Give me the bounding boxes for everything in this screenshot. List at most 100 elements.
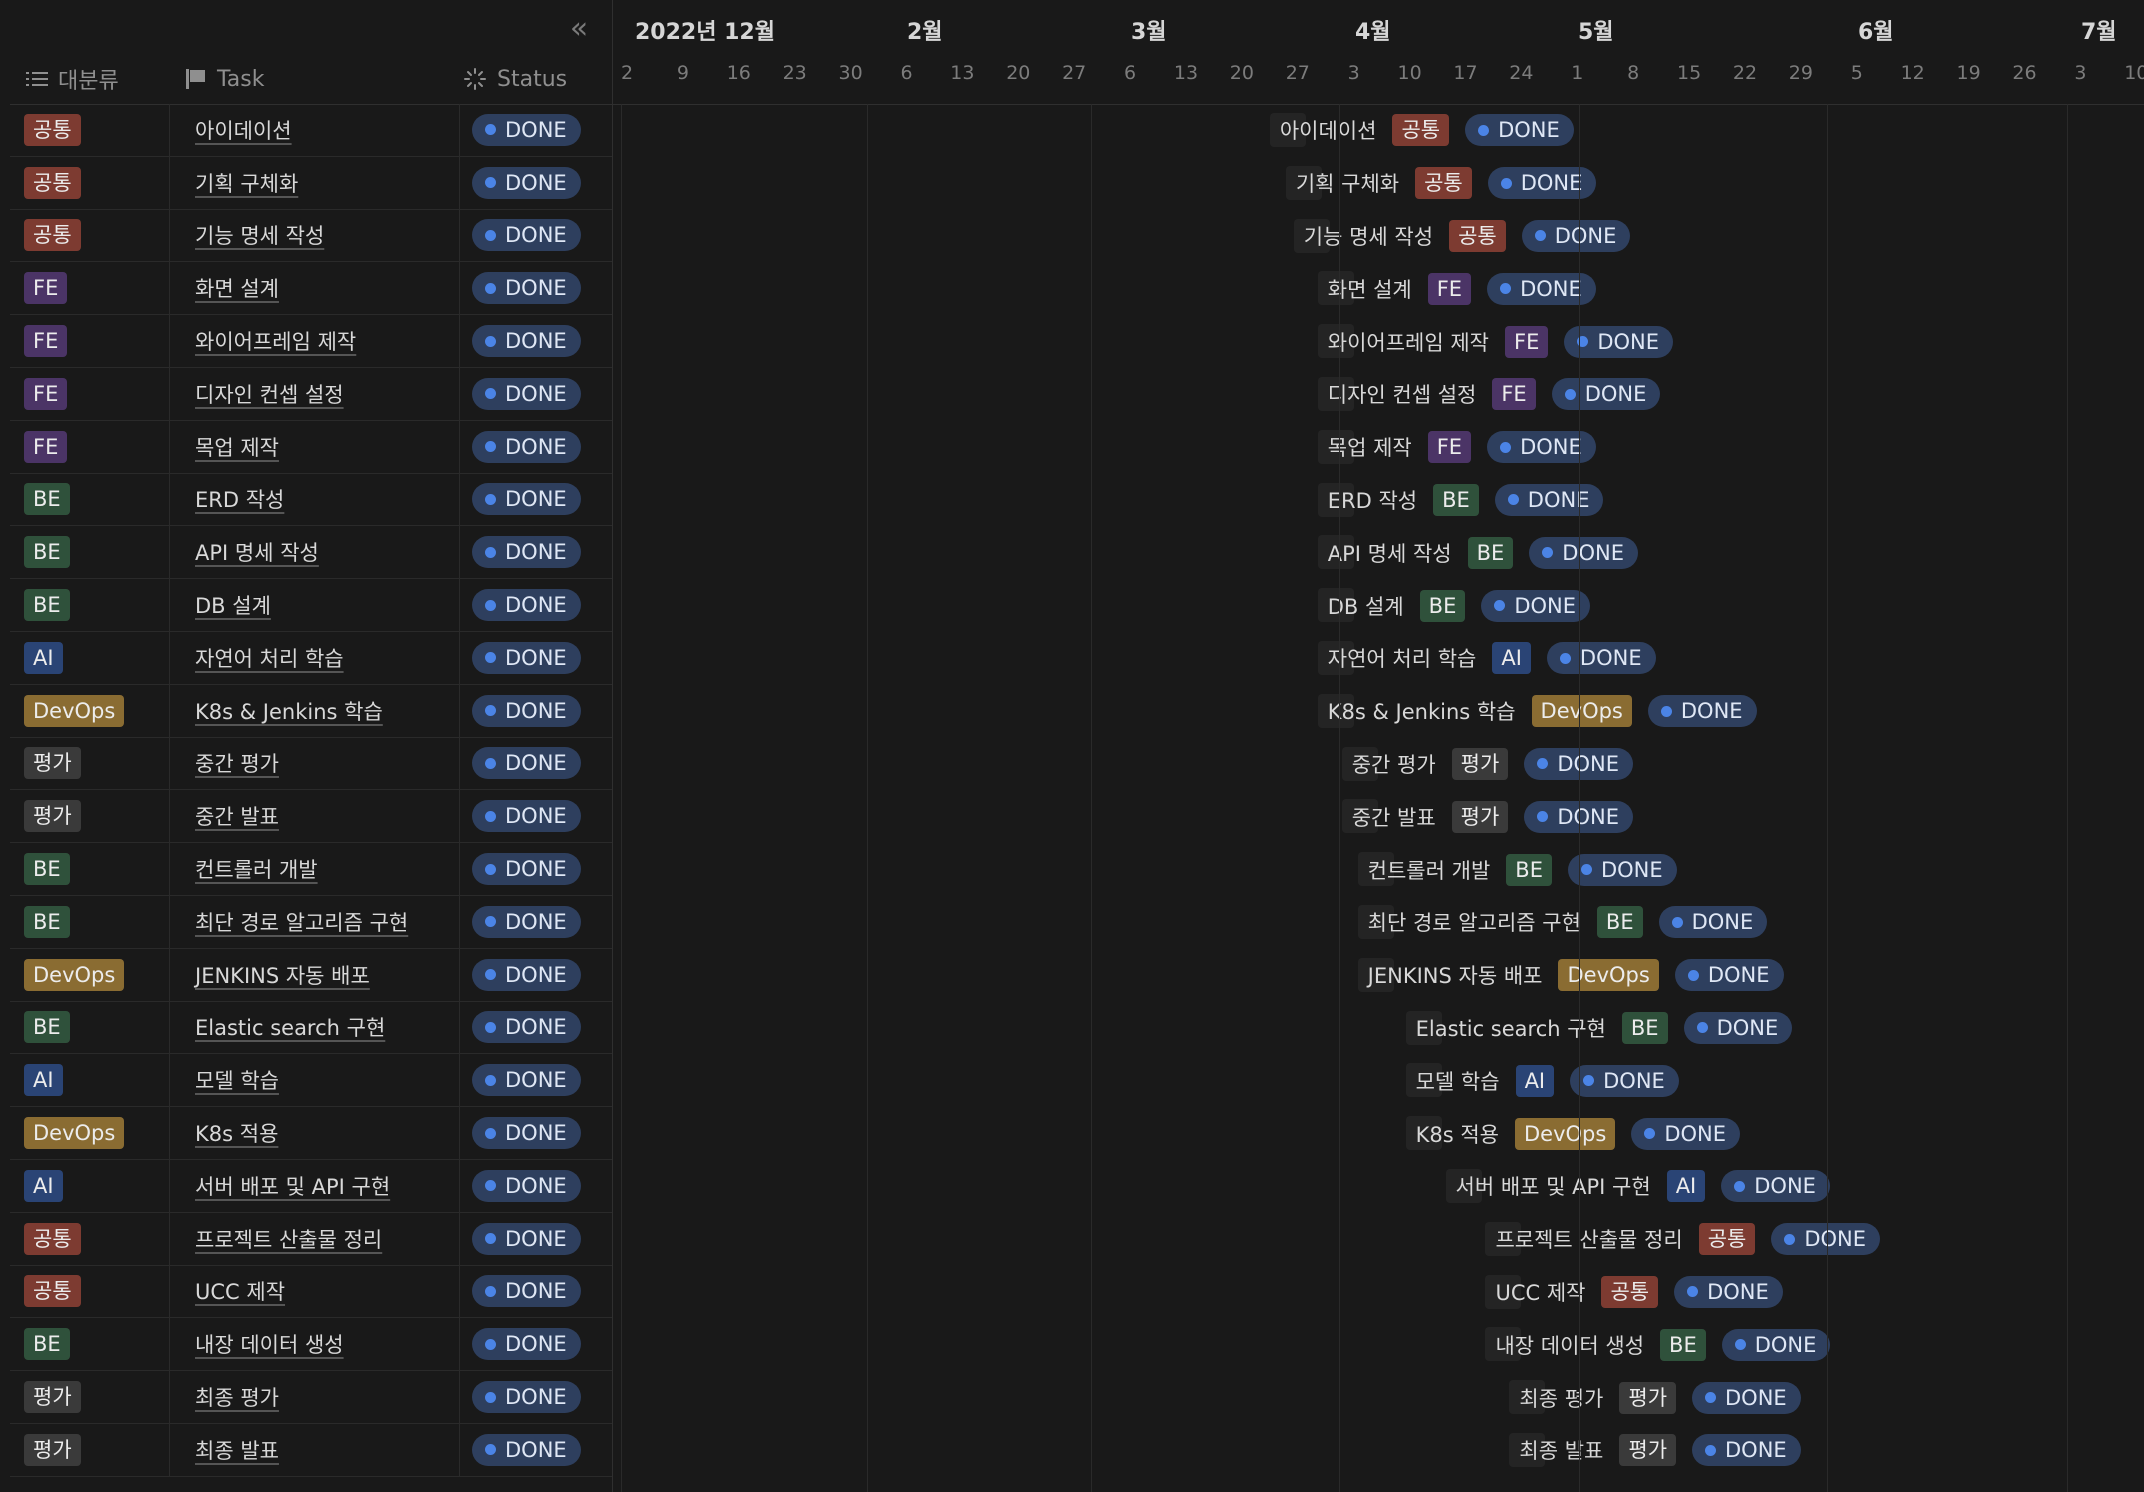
table-row[interactable]: AI 모델 학습 DONE [10,1054,612,1108]
task-cell[interactable]: 중간 평가 [170,737,460,790]
category-cell[interactable]: 공통 [10,1212,170,1265]
status-cell[interactable]: DONE [460,790,612,842]
table-row[interactable]: 평가 최종 발표 DONE [10,1423,612,1477]
column-header-task[interactable]: Task [185,54,264,104]
gantt-item[interactable]: Elastic search 구현 BE DONE [1416,1002,1793,1055]
task-cell[interactable]: 중간 발표 [170,790,460,843]
gantt-item[interactable]: 프로젝트 산출물 정리 공통 DONE [1495,1213,1881,1266]
table-row[interactable]: AI 서버 배포 및 API 구현 DONE [10,1159,612,1213]
category-cell[interactable]: 평가 [10,790,170,843]
task-title-link[interactable]: 기획 구체화 [195,168,298,198]
task-title-link[interactable]: ERD 작성 [195,484,284,514]
status-cell[interactable]: DONE [460,1160,612,1212]
status-cell[interactable]: DONE [460,1318,612,1370]
task-title-link[interactable]: 기능 명세 작성 [195,220,324,250]
task-title-link[interactable]: 자연어 처리 학습 [195,643,344,673]
table-row[interactable]: BE DB 설계 DONE [10,579,612,632]
task-cell[interactable]: ERD 작성 [170,473,460,526]
gantt-item[interactable]: JENKINS 자동 배포 DevOps DONE [1368,949,1784,1002]
status-cell[interactable]: DONE [460,104,612,156]
task-cell[interactable]: 화면 설계 [170,262,460,315]
collapse-table-button[interactable]: « [564,14,594,44]
gantt-item[interactable]: 서버 배포 및 API 구현 AI DONE [1456,1160,1830,1213]
table-row[interactable]: 공통 UCC 제작 DONE [10,1265,612,1319]
task-cell[interactable]: JENKINS 자동 배포 [170,948,460,1001]
table-row[interactable]: 공통 아이데이션 DONE [10,104,612,157]
task-title-link[interactable]: 서버 배포 및 API 구현 [195,1171,390,1201]
gantt-item[interactable]: UCC 제작 공통 DONE [1495,1266,1783,1319]
task-cell[interactable]: 기능 명세 작성 [170,209,460,262]
category-cell[interactable]: 평가 [10,1423,170,1476]
task-title-link[interactable]: 디자인 컨셉 설정 [195,379,344,409]
task-title-link[interactable]: K8s 적용 [195,1118,278,1148]
category-cell[interactable]: BE [10,1318,170,1371]
task-title-link[interactable]: 중간 발표 [195,801,279,831]
status-cell[interactable]: DONE [460,1213,612,1265]
category-cell[interactable]: BE [10,526,170,579]
category-cell[interactable]: BE [10,579,170,631]
table-row[interactable]: 공통 프로젝트 산출물 정리 DONE [10,1212,612,1266]
status-cell[interactable]: DONE [460,1002,612,1054]
status-cell[interactable]: DONE [460,315,612,367]
task-cell[interactable]: 컨트롤러 개발 [170,843,460,895]
gantt-item[interactable]: 최종 평가 평가 DONE [1519,1371,1801,1424]
status-cell[interactable]: DONE [460,368,612,420]
task-title-link[interactable]: 최종 평가 [195,1382,279,1412]
column-header-status[interactable]: Status [463,54,567,104]
status-cell[interactable]: DONE [460,685,612,737]
table-row[interactable]: 평가 최종 평가 DONE [10,1371,612,1424]
category-cell[interactable]: AI [10,1054,170,1107]
status-cell[interactable]: DONE [460,579,612,631]
gantt-item[interactable]: 컨트롤러 개발 BE DONE [1368,843,1677,896]
gantt-item[interactable]: 목업 제작 FE DONE [1328,421,1596,474]
category-cell[interactable]: FE [10,262,170,315]
gantt-item[interactable]: 디자인 컨셉 설정 FE DONE [1328,368,1661,421]
task-cell[interactable]: 기획 구체화 [170,156,460,209]
category-cell[interactable]: FE [10,420,170,473]
status-cell[interactable]: DONE [460,526,612,578]
gantt-item[interactable]: 최종 발표 평가 DONE [1519,1424,1801,1477]
category-cell[interactable]: BE [10,843,170,895]
gantt-item[interactable]: 중간 발표 평가 DONE [1352,790,1633,843]
table-row[interactable]: FE 디자인 컨셉 설정 DONE [10,367,612,421]
category-cell[interactable]: BE [10,1001,170,1054]
task-title-link[interactable]: K8s & Jenkins 학습 [195,696,383,726]
task-title-link[interactable]: 내장 데이터 생성 [195,1329,344,1359]
gantt-item[interactable]: DB 설계 BE DONE [1328,579,1591,632]
table-row[interactable]: BE 컨트롤러 개발 DONE [10,843,612,896]
gantt-item[interactable]: 모델 학습 AI DONE [1416,1054,1679,1107]
table-row[interactable]: DevOps K8s 적용 DONE [10,1107,612,1160]
table-row[interactable]: BE 최단 경로 알고리즘 구현 DONE [10,895,612,949]
status-cell[interactable]: DONE [460,1371,612,1423]
task-title-link[interactable]: API 명세 작성 [195,537,319,567]
task-cell[interactable]: 최종 발표 [170,1423,460,1476]
status-cell[interactable]: DONE [460,1266,612,1318]
status-cell[interactable]: DONE [460,474,612,526]
table-row[interactable]: BE API 명세 작성 DONE [10,526,612,580]
table-row[interactable]: BE Elastic search 구현 DONE [10,1001,612,1055]
task-title-link[interactable]: 모델 학습 [195,1065,279,1095]
task-title-link[interactable]: Elastic search 구현 [195,1012,385,1042]
table-row[interactable]: 공통 기능 명세 작성 DONE [10,209,612,263]
task-cell[interactable]: 내장 데이터 생성 [170,1318,460,1371]
gantt-item[interactable]: 아이데이션 공통 DONE [1280,104,1574,157]
task-cell[interactable]: K8s & Jenkins 학습 [170,684,460,737]
category-cell[interactable]: AI [10,631,170,684]
status-cell[interactable]: DONE [460,843,612,895]
table-row[interactable]: 평가 중간 발표 DONE [10,790,612,844]
column-header-category[interactable]: 대분류 [26,54,119,104]
task-title-link[interactable]: 목업 제작 [195,432,279,462]
gantt-item[interactable]: 와이어프레임 제작 FE DONE [1328,315,1674,368]
status-cell[interactable]: DONE [460,949,612,1001]
task-title-link[interactable]: JENKINS 자동 배포 [195,960,370,990]
task-cell[interactable]: 프로젝트 산출물 정리 [170,1212,460,1265]
category-cell[interactable]: DevOps [10,1107,170,1159]
category-cell[interactable]: 공통 [10,104,170,156]
status-cell[interactable]: DONE [460,262,612,314]
task-title-link[interactable]: UCC 제작 [195,1276,285,1306]
status-cell[interactable]: DONE [460,738,612,790]
task-title-link[interactable]: 컨트롤러 개발 [195,854,318,884]
category-cell[interactable]: FE [10,315,170,367]
category-cell[interactable]: DevOps [10,948,170,1001]
table-row[interactable]: FE 목업 제작 DONE [10,420,612,474]
